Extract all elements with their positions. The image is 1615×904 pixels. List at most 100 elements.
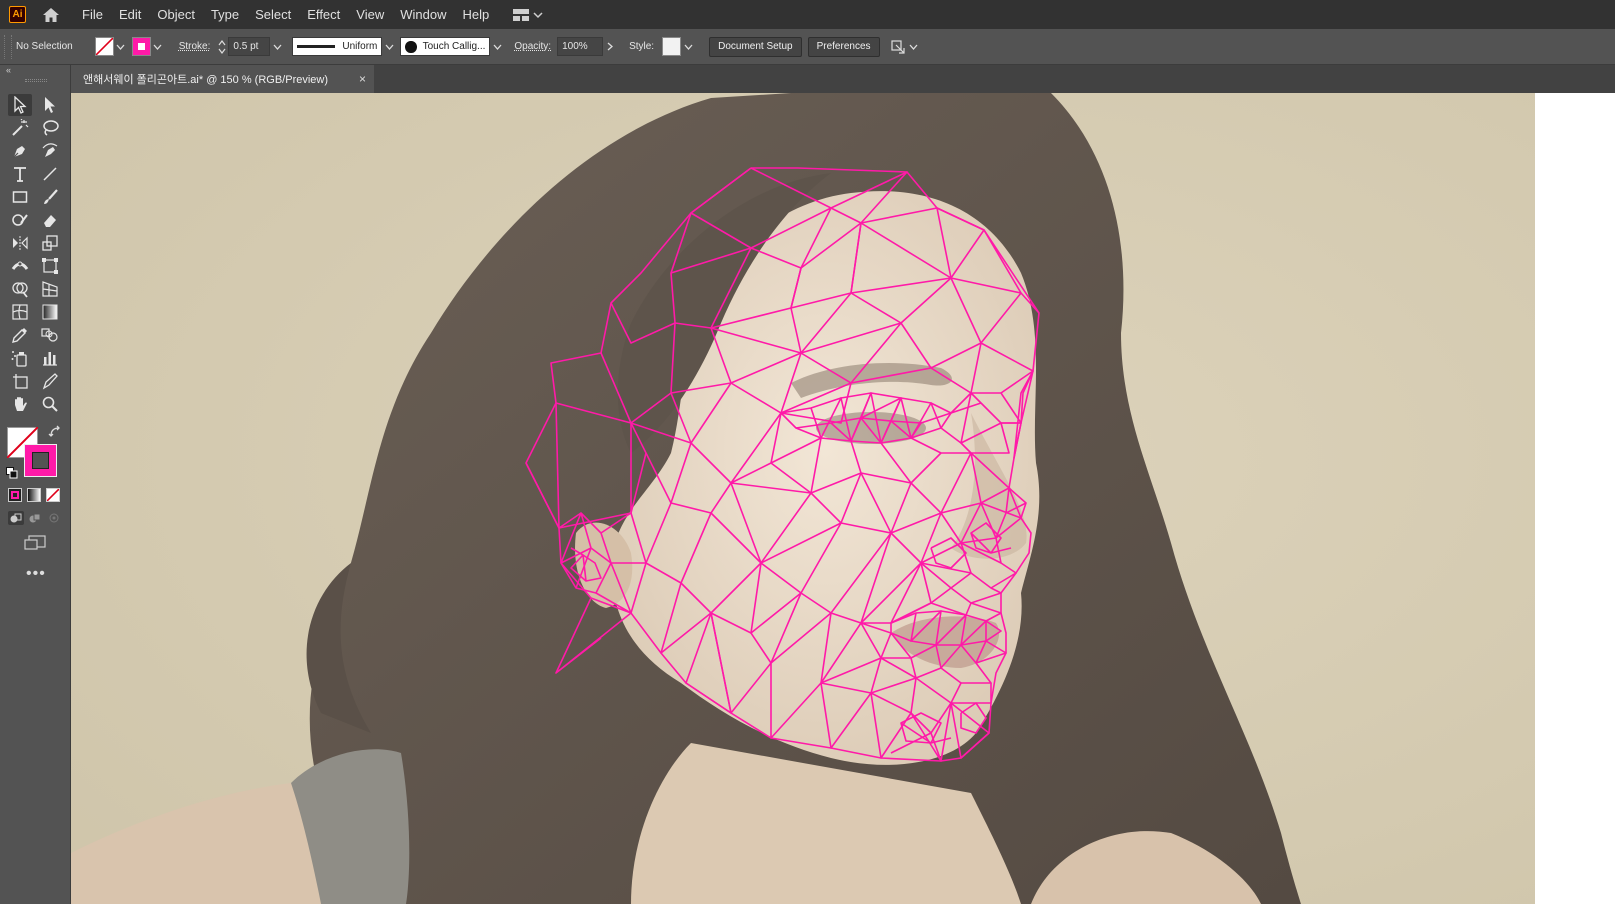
canvas-area[interactable] xyxy=(71,93,1615,904)
shape-builder-icon xyxy=(12,282,28,298)
tools-grip[interactable] xyxy=(25,79,47,82)
main-menu: File Edit Object Type Select Effect View… xyxy=(74,0,497,29)
stroke-stepper[interactable] xyxy=(216,37,228,57)
home-button[interactable] xyxy=(36,0,66,29)
screen-mode-button[interactable] xyxy=(24,535,46,551)
chevron-down-icon xyxy=(493,44,502,50)
shaper-tool[interactable] xyxy=(8,209,32,231)
column-graph-tool[interactable] xyxy=(38,347,62,369)
document-setup-button[interactable]: Document Setup xyxy=(709,36,802,57)
draw-inside-button[interactable] xyxy=(46,511,62,525)
paintbrush-tool[interactable] xyxy=(38,186,62,208)
opacity-label[interactable]: Opacity: xyxy=(514,41,551,52)
draw-behind-button[interactable] xyxy=(27,511,43,525)
style-label: Style: xyxy=(629,41,655,52)
profile-dropdown[interactable] xyxy=(382,37,396,56)
menu-help[interactable]: Help xyxy=(454,0,497,29)
zoom-tool[interactable] xyxy=(38,393,62,415)
workspace-grid-icon xyxy=(513,8,530,21)
stroke-dropdown[interactable] xyxy=(151,37,165,56)
collapse-panel-icon[interactable]: « xyxy=(6,65,11,75)
brush-definition[interactable]: Touch Callig... xyxy=(400,37,491,56)
style-dropdown[interactable] xyxy=(681,37,695,56)
eraser-tool[interactable] xyxy=(38,209,62,231)
eyedropper-icon xyxy=(12,328,27,343)
document-tab-bar: 앤해서웨이 폴리곤아트.ai* @ 150 % (RGB/Preview) × xyxy=(71,65,1615,93)
chevron-down-icon xyxy=(153,44,162,50)
menu-file[interactable]: File xyxy=(74,0,111,29)
document-tab[interactable]: 앤해서웨이 폴리곤아트.ai* @ 150 % (RGB/Preview) × xyxy=(71,65,374,93)
menu-effect[interactable]: Effect xyxy=(299,0,348,29)
slice-tool[interactable] xyxy=(38,370,62,392)
shape-builder-tool[interactable] xyxy=(8,278,32,300)
arrange-icon xyxy=(890,39,905,54)
stroke-weight-dropdown[interactable] xyxy=(270,37,284,56)
brush-dropdown[interactable] xyxy=(490,37,504,56)
curvature-tool[interactable] xyxy=(38,140,62,162)
variable-width-profile[interactable]: Uniform xyxy=(292,37,383,56)
rectangle-tool[interactable] xyxy=(8,186,32,208)
arrange-documents-button[interactable] xyxy=(890,39,918,55)
menu-object[interactable]: Object xyxy=(149,0,203,29)
fill-dropdown[interactable] xyxy=(114,37,128,56)
graphic-style-swatch[interactable] xyxy=(662,37,682,56)
blend-tool[interactable] xyxy=(38,324,62,346)
menu-window[interactable]: Window xyxy=(392,0,454,29)
pen-icon xyxy=(12,146,25,159)
none-mode-button[interactable] xyxy=(46,488,60,502)
menu-edit[interactable]: Edit xyxy=(111,0,149,29)
fill-swatch[interactable] xyxy=(94,37,114,56)
eyedropper-tool[interactable] xyxy=(8,324,32,346)
color-mode-button[interactable] xyxy=(8,488,22,502)
lasso-icon xyxy=(43,120,59,136)
workspace-switcher[interactable] xyxy=(513,8,543,21)
lasso-tool[interactable] xyxy=(38,117,62,139)
menu-view[interactable]: View xyxy=(348,0,392,29)
selection-tool[interactable] xyxy=(8,94,32,116)
app-logo: Ai xyxy=(9,6,26,23)
free-transform-tool[interactable] xyxy=(38,255,62,277)
menu-select[interactable]: Select xyxy=(247,0,299,29)
symbol-sprayer-tool[interactable] xyxy=(8,347,32,369)
paintbrush-icon xyxy=(44,189,58,204)
close-icon[interactable]: × xyxy=(359,72,366,86)
control-bar-grip[interactable] xyxy=(4,34,12,59)
rectangle-icon xyxy=(12,191,28,203)
scale-tool[interactable] xyxy=(38,232,62,254)
mesh-tool[interactable] xyxy=(8,301,32,323)
direct-selection-tool[interactable] xyxy=(38,94,62,116)
magic-wand-icon xyxy=(12,119,29,136)
stroke-color-widget[interactable] xyxy=(24,444,57,477)
line-segment-tool[interactable] xyxy=(38,163,62,185)
default-colors-icon[interactable] xyxy=(6,467,18,479)
reflect-icon xyxy=(13,236,28,250)
draw-behind-icon xyxy=(29,513,41,523)
stroke-label[interactable]: Stroke: xyxy=(179,41,211,52)
opacity-expand[interactable] xyxy=(603,37,617,56)
draw-normal-button[interactable] xyxy=(8,511,24,525)
pen-tool[interactable] xyxy=(8,140,32,162)
gradient-tool[interactable] xyxy=(38,301,62,323)
type-tool[interactable] xyxy=(8,163,32,185)
curvature-icon xyxy=(42,143,58,157)
artwork-photo[interactable] xyxy=(71,93,1535,904)
mesh-icon xyxy=(12,304,28,320)
stroke-weight-field[interactable]: 0.5 pt xyxy=(228,37,271,56)
preferences-button[interactable]: Preferences xyxy=(807,36,880,57)
swap-fill-stroke-icon[interactable] xyxy=(48,425,62,439)
perspective-grid-tool[interactable] xyxy=(38,278,62,300)
chevron-down-icon xyxy=(385,44,394,50)
magic-wand-tool[interactable] xyxy=(8,117,32,139)
artboard-tool[interactable] xyxy=(8,370,32,392)
more-tools-icon[interactable]: ••• xyxy=(26,565,46,583)
reflect-tool[interactable] xyxy=(8,232,32,254)
width-tool[interactable] xyxy=(8,255,32,277)
opacity-field[interactable]: 100% xyxy=(557,37,604,56)
hand-tool[interactable] xyxy=(8,393,32,415)
gradient-mode-button[interactable] xyxy=(27,488,41,502)
stroke-swatch[interactable] xyxy=(131,37,151,56)
shaper-icon xyxy=(12,214,28,226)
none-color-icon xyxy=(95,38,113,55)
menu-type[interactable]: Type xyxy=(203,0,247,29)
perspective-grid-icon xyxy=(42,281,58,297)
